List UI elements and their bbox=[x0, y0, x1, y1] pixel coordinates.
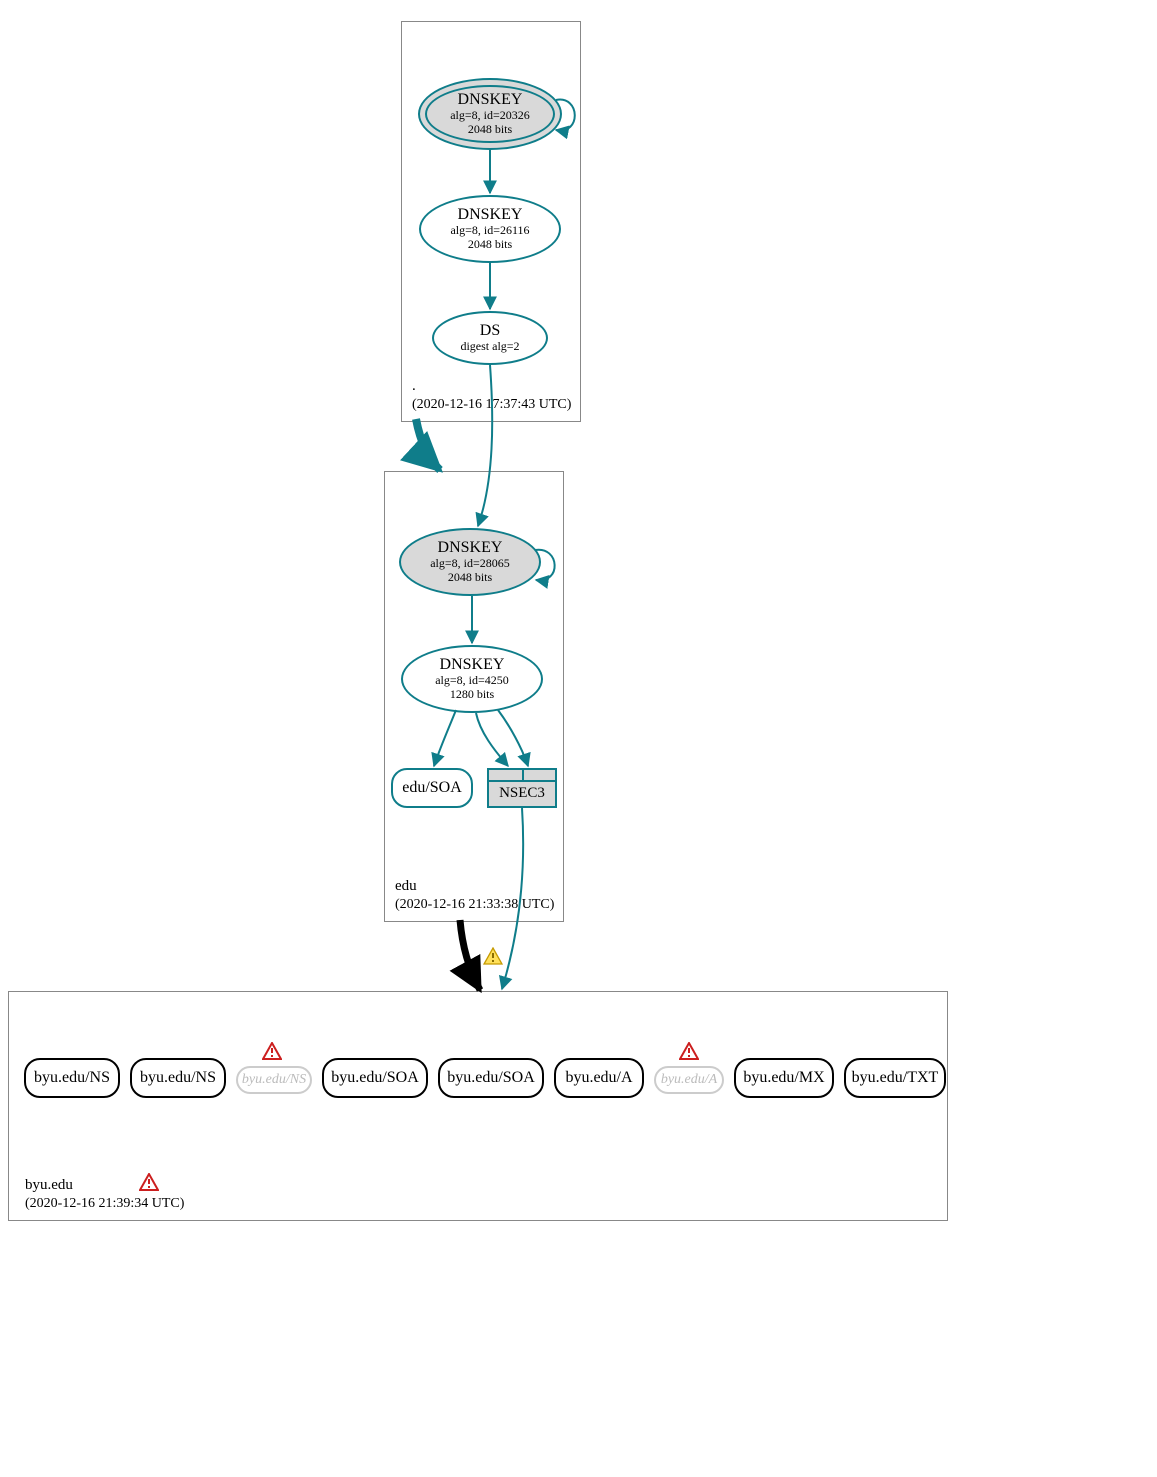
zone-edu-ts: (2020-12-16 21:33:38 UTC) bbox=[395, 896, 554, 914]
edge-root-edu-deleg bbox=[416, 419, 440, 470]
node-edu-soa: edu/SOA bbox=[391, 768, 473, 808]
byu-rec-7: byu.edu/MX bbox=[734, 1058, 834, 1098]
zone-root-name: . bbox=[412, 377, 571, 396]
zone-root-label: . (2020-12-16 17:37:43 UTC) bbox=[412, 377, 571, 413]
warn-icon-delegation bbox=[483, 947, 503, 965]
byu-rec-1: byu.edu/NS bbox=[130, 1058, 226, 1098]
node-root-ds: DS digest alg=2 bbox=[432, 311, 548, 365]
byu-rec-3: byu.edu/SOA bbox=[322, 1058, 428, 1098]
byu-rec-1-label: byu.edu/NS bbox=[140, 1069, 216, 1087]
edu-ksk-sub2: 2048 bits bbox=[448, 571, 492, 585]
warn-icon-rec-6 bbox=[679, 1042, 699, 1060]
root-ksk-sub1: alg=8, id=20326 bbox=[450, 109, 530, 123]
edu-ksk-sub1: alg=8, id=28065 bbox=[430, 557, 510, 571]
byu-rec-3-label: byu.edu/SOA bbox=[331, 1069, 419, 1087]
edu-zsk-sub2: 1280 bits bbox=[450, 688, 494, 702]
byu-rec-8-label: byu.edu/TXT bbox=[852, 1069, 939, 1087]
byu-rec-5-label: byu.edu/A bbox=[565, 1069, 632, 1087]
zone-edu-name: edu bbox=[395, 877, 554, 896]
edge-edu-byu-deleg bbox=[460, 920, 480, 990]
byu-rec-4-label: byu.edu/SOA bbox=[447, 1069, 535, 1087]
warn-icon-zone-byu bbox=[139, 1173, 159, 1191]
root-ksk-title: DNSKEY bbox=[458, 91, 523, 109]
edu-nsec3-label: NSEC3 bbox=[499, 785, 545, 802]
byu-rec-2: byu.edu/NS bbox=[236, 1066, 312, 1094]
byu-rec-4: byu.edu/SOA bbox=[438, 1058, 544, 1098]
byu-rec-8: byu.edu/TXT bbox=[844, 1058, 946, 1098]
byu-rec-0: byu.edu/NS bbox=[24, 1058, 120, 1098]
root-zsk-sub1: alg=8, id=26116 bbox=[450, 224, 529, 238]
byu-rec-6-label: byu.edu/A bbox=[661, 1072, 717, 1088]
node-root-ksk: DNSKEY alg=8, id=20326 2048 bits bbox=[418, 78, 562, 150]
root-zsk-sub2: 2048 bits bbox=[468, 238, 512, 252]
warn-icon-rec-2 bbox=[262, 1042, 282, 1060]
node-root-zsk: DNSKEY alg=8, id=26116 2048 bits bbox=[419, 195, 561, 263]
zone-byu-ts: (2020-12-16 21:39:34 UTC) bbox=[25, 1195, 184, 1213]
byu-rec-2-label: byu.edu/NS bbox=[242, 1072, 306, 1088]
zone-edu-label: edu (2020-12-16 21:33:38 UTC) bbox=[395, 877, 554, 913]
edu-soa-label: edu/SOA bbox=[402, 779, 462, 797]
edu-zsk-sub1: alg=8, id=4250 bbox=[435, 674, 509, 688]
node-edu-zsk: DNSKEY alg=8, id=4250 1280 bits bbox=[401, 645, 543, 713]
root-ds-sub1: digest alg=2 bbox=[460, 340, 519, 354]
root-ksk-sub2: 2048 bits bbox=[468, 123, 512, 137]
node-edu-ksk: DNSKEY alg=8, id=28065 2048 bits bbox=[399, 528, 541, 596]
node-edu-nsec3: NSEC3 bbox=[487, 768, 557, 808]
zone-byu-name: byu.edu bbox=[25, 1176, 184, 1195]
byu-rec-5: byu.edu/A bbox=[554, 1058, 644, 1098]
edu-ksk-title: DNSKEY bbox=[438, 539, 503, 557]
byu-rec-6: byu.edu/A bbox=[654, 1066, 724, 1094]
root-zsk-title: DNSKEY bbox=[458, 206, 523, 224]
edu-zsk-title: DNSKEY bbox=[440, 656, 505, 674]
zone-root-ts: (2020-12-16 17:37:43 UTC) bbox=[412, 396, 571, 414]
byu-rec-0-label: byu.edu/NS bbox=[34, 1069, 110, 1087]
root-ds-title: DS bbox=[480, 322, 500, 340]
byu-rec-7-label: byu.edu/MX bbox=[743, 1069, 824, 1087]
zone-byu-label: byu.edu (2020-12-16 21:39:34 UTC) bbox=[25, 1176, 184, 1212]
